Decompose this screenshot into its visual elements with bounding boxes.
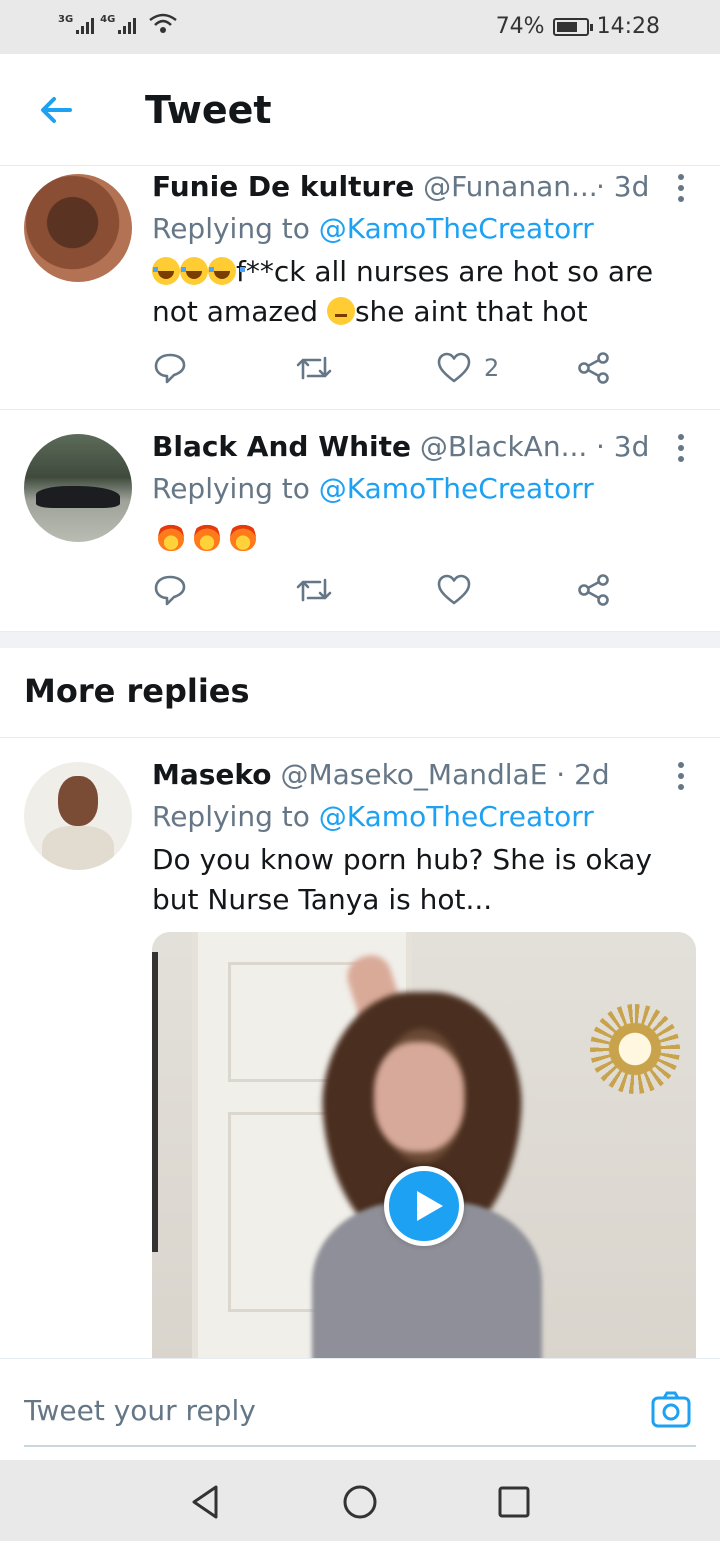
recents-square-icon[interactable]	[494, 1482, 534, 1522]
display-name[interactable]: Funie De kulture	[152, 170, 414, 203]
tweet-text-part: not amazed	[152, 295, 319, 328]
top-app-bar: Tweet	[0, 54, 720, 166]
like-button[interactable]: 2	[436, 350, 499, 386]
retweet-icon	[296, 356, 332, 380]
tears-of-joy-emoji-icon	[180, 257, 217, 285]
retweet-button[interactable]	[294, 572, 334, 608]
tweet-actions	[152, 572, 620, 612]
picture-frame	[152, 952, 158, 1252]
network-type-label: 4G	[100, 14, 116, 25]
tweet-header: Maseko @Maseko_MandlaE · 2d	[152, 758, 680, 791]
replying-prefix: Replying to	[152, 800, 310, 833]
battery-fill	[556, 21, 578, 32]
avatar-face	[58, 776, 98, 826]
tweet-text-part: f**ck all nurses are hot so are	[236, 255, 654, 288]
reply-button[interactable]	[152, 350, 188, 386]
signal-4g-icon: 4G	[100, 14, 137, 34]
car-shape	[36, 486, 120, 508]
tweet-actions: 2	[152, 350, 620, 390]
clock: 14:28	[596, 14, 660, 39]
more-options-icon[interactable]	[678, 434, 686, 467]
tweet-time: · 3d	[596, 170, 650, 203]
tweet-text-line: Do you know porn hub? She is okay	[152, 843, 652, 876]
tweet-text-line: f**ck all nurses are hot so are	[152, 252, 680, 292]
more-options-icon[interactable]	[678, 174, 686, 207]
signal-3g-icon: 3G	[58, 14, 95, 34]
video-thumbnail[interactable]	[152, 932, 696, 1372]
battery-icon	[552, 17, 593, 36]
camera-icon[interactable]	[650, 1389, 692, 1431]
tweet-text	[158, 518, 680, 558]
system-navigation-bar	[0, 1460, 720, 1541]
heart-icon	[437, 574, 471, 605]
mention-link[interactable]: @KamoTheCreatorr	[319, 212, 594, 245]
section-title: More replies	[24, 672, 250, 710]
tweet-text-part: she aint that hot	[354, 295, 588, 328]
fire-emoji-icon	[194, 521, 220, 551]
heart-icon	[437, 352, 471, 383]
reply-composer	[0, 1358, 720, 1460]
user-handle[interactable]: @Maseko_MandlaE	[280, 758, 547, 791]
status-bar: 3G 4G 74% 14:28	[0, 0, 720, 54]
input-underline	[24, 1445, 696, 1447]
back-triangle-icon[interactable]	[186, 1482, 226, 1522]
tweet-text: Do you know porn hub? She is okay but Nu…	[152, 840, 680, 920]
display-name[interactable]: Maseko	[152, 758, 272, 791]
mention-link[interactable]: @KamoTheCreatorr	[319, 800, 594, 833]
status-indicators: 3G 4G	[58, 12, 178, 34]
avatar[interactable]	[24, 434, 132, 542]
page-title: Tweet	[145, 88, 272, 132]
retweet-icon	[296, 578, 332, 602]
network-type-label: 3G	[58, 14, 74, 25]
user-handle[interactable]: @Funanan...	[423, 170, 598, 203]
mention-link[interactable]: @KamoTheCreatorr	[319, 472, 594, 505]
more-replies-section: More replies	[0, 648, 720, 738]
wifi-icon	[149, 13, 178, 33]
share-icon	[578, 574, 609, 606]
tweet-time: · 3d	[596, 430, 650, 463]
more-options-icon[interactable]	[678, 762, 686, 795]
fire-emoji-icon	[158, 521, 184, 551]
battery-percent: 74%	[495, 14, 545, 39]
reply-button[interactable]	[152, 572, 188, 608]
share-button[interactable]	[576, 350, 612, 386]
display-name[interactable]: Black And White	[152, 430, 411, 463]
avatar[interactable]	[24, 174, 132, 282]
sunburst-mirror	[590, 1004, 680, 1094]
avatar-shirt	[42, 826, 114, 870]
share-button[interactable]	[576, 572, 612, 608]
replying-to: Replying to @KamoTheCreatorr	[152, 212, 594, 245]
play-icon[interactable]	[384, 1166, 464, 1246]
tweet-text-line: but Nurse Tanya is hot...	[152, 883, 493, 916]
like-count: 2	[484, 354, 500, 382]
like-button[interactable]	[436, 572, 484, 608]
reply-tweet[interactable]: Black And White @BlackAn... · 3d Replyin…	[0, 410, 720, 632]
share-icon	[578, 352, 609, 384]
comment-icon	[154, 575, 186, 606]
tweet-text: f**ck all nurses are hot so are not amaz…	[152, 252, 680, 332]
avatar[interactable]	[24, 762, 132, 870]
replying-prefix: Replying to	[152, 212, 310, 245]
section-divider	[0, 632, 720, 648]
user-handle[interactable]: @BlackAn...	[420, 430, 587, 463]
retweet-button[interactable]	[294, 350, 334, 386]
replying-to: Replying to @KamoTheCreatorr	[152, 472, 594, 505]
home-circle-icon[interactable]	[340, 1482, 380, 1522]
comment-icon	[154, 353, 186, 384]
status-right: 74% 14:28	[496, 14, 660, 39]
tears-of-joy-emoji-icon	[152, 257, 189, 285]
tweet-time: · 2d	[556, 758, 610, 791]
thinking-face-emoji-icon	[326, 297, 355, 325]
arrow-left-icon[interactable]	[36, 90, 76, 130]
tweet-text-line: not amazed she aint that hot	[152, 292, 680, 332]
tears-of-joy-emoji-icon	[208, 257, 245, 285]
replying-prefix: Replying to	[152, 472, 310, 505]
reply-input[interactable]	[24, 1385, 624, 1435]
reply-tweet[interactable]: Funie De kulture @Funanan... · 3d Replyi…	[0, 166, 720, 410]
replying-to: Replying to @KamoTheCreatorr	[152, 800, 594, 833]
fire-emoji-icon	[230, 521, 256, 551]
